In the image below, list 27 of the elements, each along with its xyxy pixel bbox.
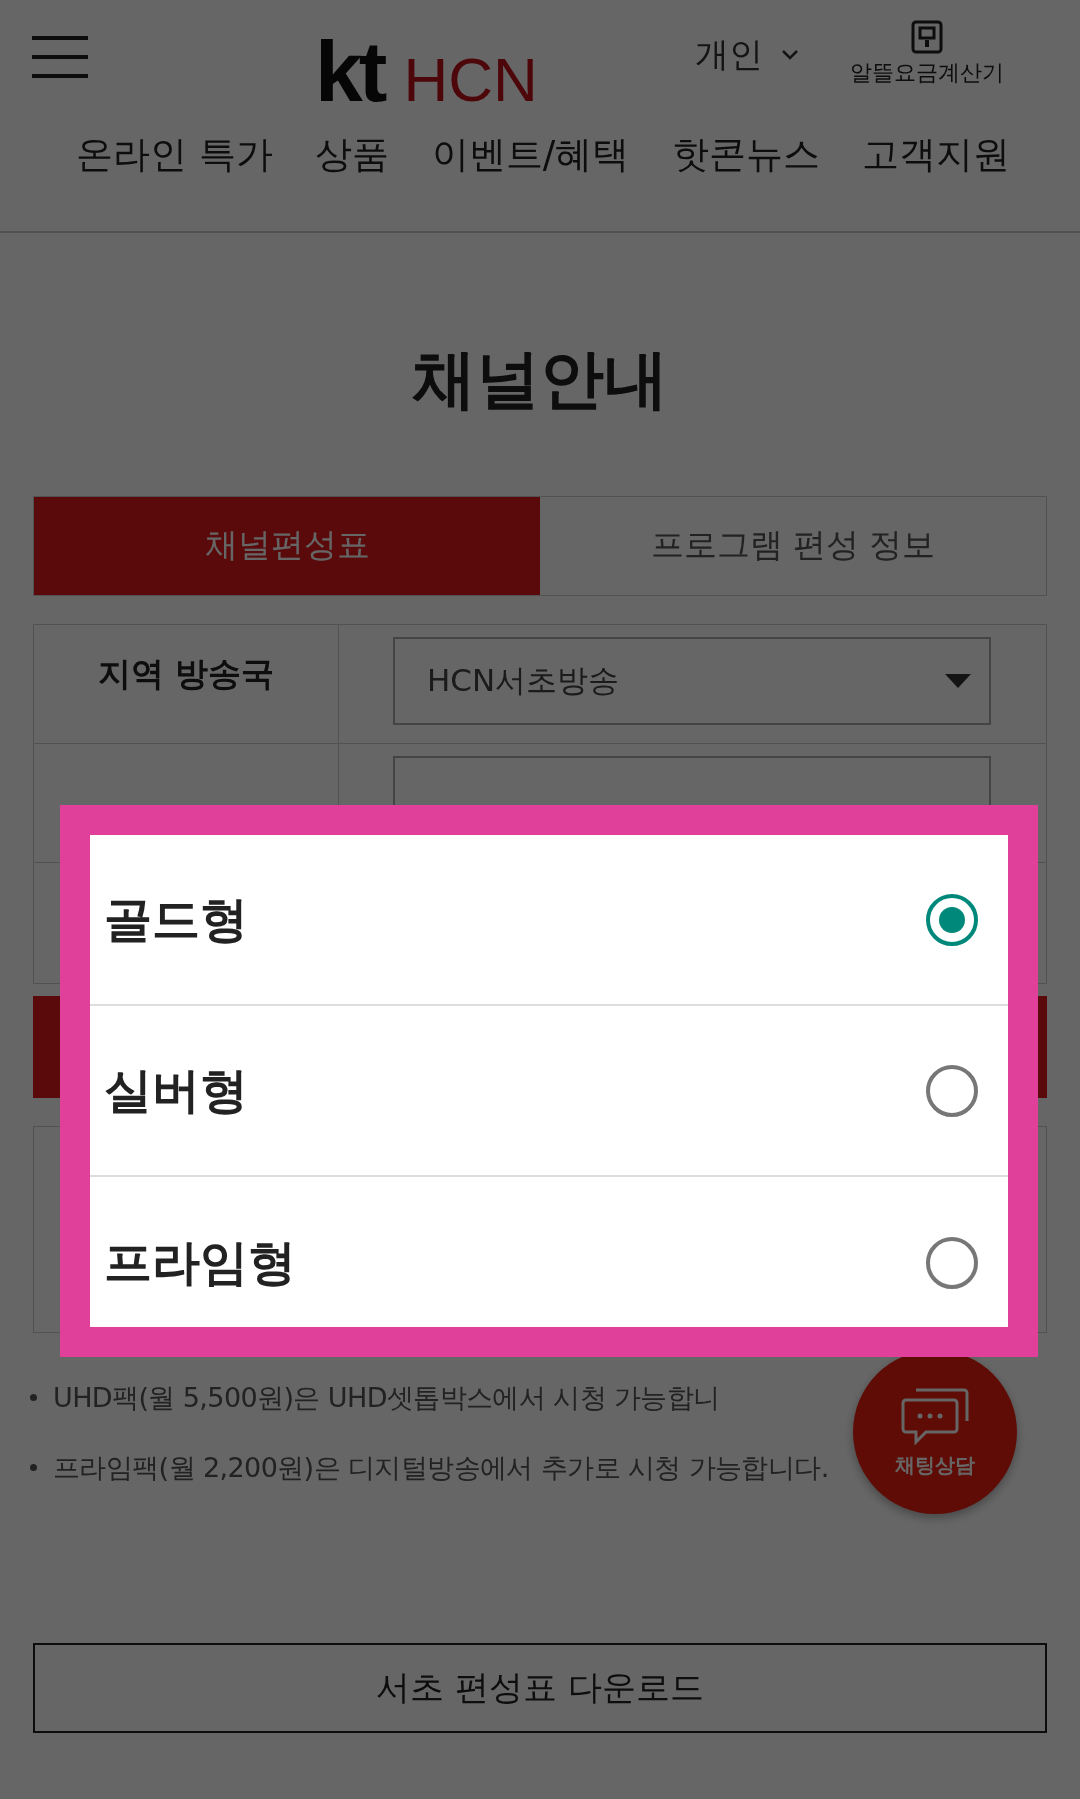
tab[interactable]: 채널편성표 [34,496,540,595]
radio-button[interactable] [926,1236,978,1289]
dropdown-arrow-icon [945,673,971,688]
note-text: UHD팩(월 5,500원)은 UHD셋톱박스에서 시청 가능합니 [53,1380,720,1415]
region-select[interactable]: HCN서초방송 [393,636,991,725]
bullet-icon [30,1394,37,1402]
option-row[interactable]: 실버형 [90,1006,1008,1177]
option-row[interactable]: 프라임형 [90,1177,1008,1348]
nav-link[interactable]: 핫콘뉴스 [671,130,820,180]
nav-link[interactable]: 온라인 특가 [76,130,273,180]
nav-link[interactable]: 이벤트/혜택 [431,130,630,180]
field-label: 지역 방송국 [34,624,339,743]
menu-icon[interactable] [32,36,88,78]
bullet-icon [30,1464,37,1472]
nav-link[interactable]: 상품 [315,130,390,180]
radio-button[interactable] [926,1064,978,1117]
segment-dropdown[interactable]: 개인 [695,32,799,78]
page-title: 채널안내 [411,341,669,418]
note-text: 프라임팩(월 2,200원)은 디지털방송에서 추가로 시청 가능합니다. [53,1450,829,1485]
chevron-down-icon [781,49,799,61]
calculator-icon [911,20,943,54]
logo[interactable]: kt HCN [315,28,538,114]
option-row[interactable]: 골드형 [90,835,1008,1006]
nav-link[interactable]: 고객지원 [862,130,1010,180]
radio-button[interactable] [926,893,978,946]
calculator-button[interactable]: 알뜰요금계산기 [850,20,1004,88]
download-button[interactable]: 서초 편성표 다운로드 [33,1642,1047,1733]
